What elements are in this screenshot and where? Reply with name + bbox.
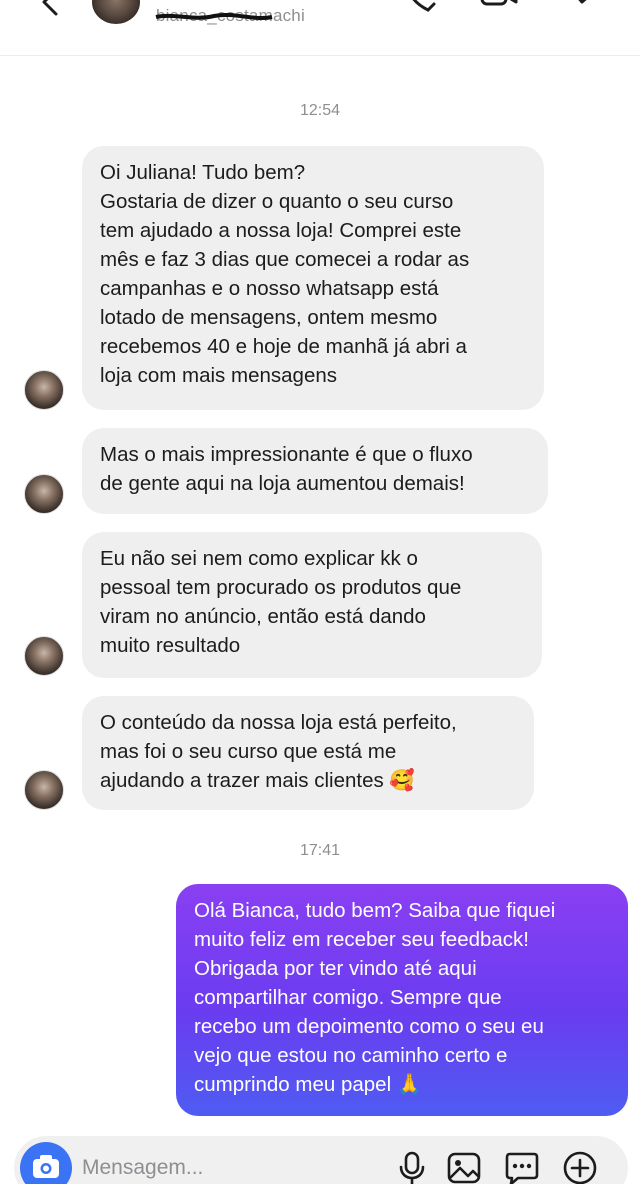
- redaction-scribble: [155, 13, 273, 20]
- message-timestamp: 12:54: [299, 102, 341, 119]
- tag-icon: [578, 0, 587, 4]
- chat-header: bianca_costamachi: [0, 0, 640, 56]
- incoming-message-bubble[interactable]: Oi Juliana! Tudo bem? Gostaria de dizer …: [82, 146, 544, 410]
- call-button[interactable]: [400, 0, 440, 22]
- chevron-left-icon: [42, 0, 58, 16]
- message-composer: [14, 1136, 628, 1184]
- outgoing-message-bubble[interactable]: Olá Bianca, tudo bem? Saiba que fiquei m…: [176, 884, 628, 1116]
- more-options-button[interactable]: [562, 1150, 598, 1184]
- camera-button[interactable]: [20, 1142, 72, 1184]
- sender-avatar: [24, 770, 64, 810]
- microphone-icon: [399, 1151, 425, 1184]
- tag-button[interactable]: [566, 0, 606, 22]
- message-timestamp: 17:41: [299, 842, 341, 859]
- incoming-message-bubble[interactable]: O conteúdo da nossa loja está perfeito, …: [82, 696, 534, 810]
- sticker-icon: [505, 1152, 539, 1184]
- camera-icon: [33, 1155, 59, 1178]
- gallery-button[interactable]: [446, 1150, 482, 1184]
- voice-message-button[interactable]: [394, 1150, 430, 1184]
- sticker-button[interactable]: [504, 1150, 540, 1184]
- contact-avatar[interactable]: [92, 0, 140, 24]
- video-icon: [480, 0, 518, 6]
- incoming-message-bubble[interactable]: Eu não sei nem como explicar kk o pessoa…: [82, 532, 542, 678]
- incoming-message-bubble[interactable]: Mas o mais impressionante é que o fluxo …: [82, 428, 548, 514]
- gallery-icon: [447, 1152, 481, 1184]
- message-input[interactable]: [82, 1154, 342, 1182]
- sender-avatar: [24, 636, 64, 676]
- back-button[interactable]: [30, 0, 70, 26]
- plus-icon: [563, 1151, 597, 1184]
- sender-avatar: [24, 370, 64, 410]
- phone-icon: [412, 0, 436, 12]
- sender-avatar: [24, 474, 64, 514]
- video-call-button[interactable]: [480, 0, 520, 22]
